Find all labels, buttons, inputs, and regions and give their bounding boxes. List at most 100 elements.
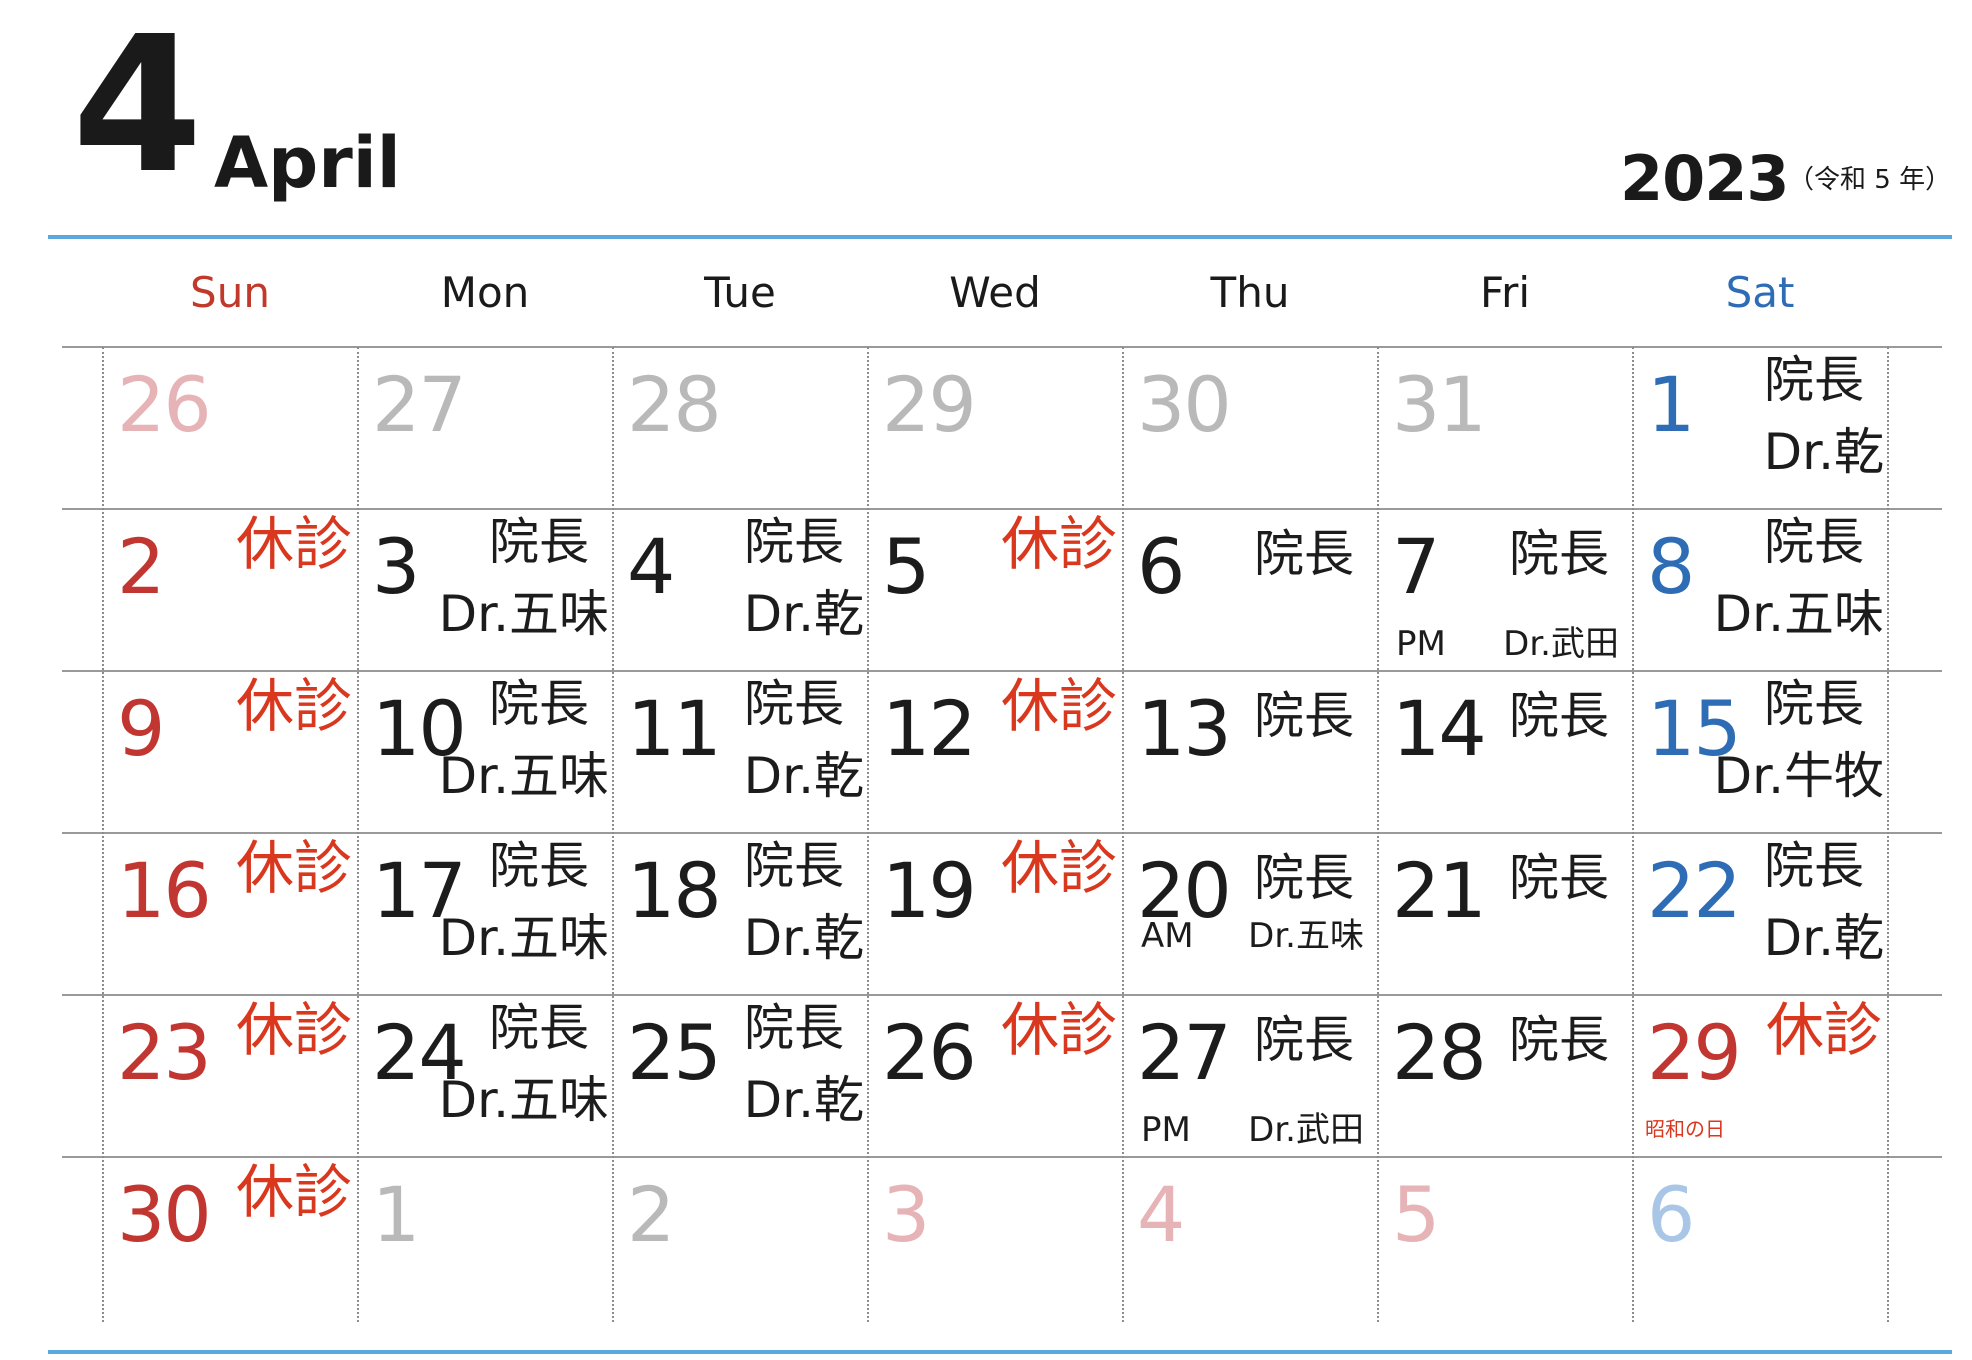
day-cell-sat: 29 休診 昭和の日 — [1633, 995, 1888, 1155]
day-number: 19 — [882, 846, 977, 935]
day-cell-sun: 2 休診 — [103, 509, 358, 669]
day-number: 2 — [117, 522, 165, 611]
day-cell-fri: 31 — [1378, 347, 1633, 507]
japanese-era: （令和 5 年） — [1788, 165, 1952, 195]
top-divider — [48, 235, 1952, 239]
closed-label: 休診 — [1000, 996, 1117, 1064]
doctor-secondary: Dr.乾 — [1763, 423, 1884, 481]
weekday-thu: Thu — [1210, 268, 1290, 317]
closed-label: 休診 — [235, 996, 352, 1064]
session-label: PM — [1396, 624, 1446, 664]
day-number: 30 — [1137, 360, 1232, 449]
day-cell-tue: 11 院長 Dr.乾 — [613, 671, 868, 831]
day-number: 31 — [1392, 360, 1487, 449]
closed-label: 休診 — [235, 834, 352, 902]
bottom-divider — [48, 1350, 1952, 1354]
doctor-primary: 院長 — [744, 675, 844, 733]
weekday-mon: Mon — [440, 268, 530, 317]
day-number: 4 — [1137, 1170, 1185, 1259]
doctor-primary: 院長 — [1254, 525, 1354, 583]
day-number: 1 — [1647, 360, 1695, 449]
weekday-fri: Fri — [1479, 268, 1531, 317]
closed-label: 休診 — [235, 510, 352, 578]
doctor-secondary: Dr.乾 — [743, 747, 864, 805]
day-number: 29 — [1647, 1008, 1742, 1097]
weekday-sun: Sun — [190, 268, 270, 317]
day-cell-mon: 17 院長 Dr.五味 — [358, 833, 613, 993]
day-cell-sat: 15 院長 Dr.牛牧 — [1633, 671, 1888, 831]
day-cell-fri: 5 — [1378, 1157, 1633, 1317]
day-cell-thu: 30 — [1123, 347, 1378, 507]
day-cell-sun: 9 休診 — [103, 671, 358, 831]
day-cell-tue: 28 — [613, 347, 868, 507]
doctor-primary: 院長 — [744, 999, 844, 1057]
doctor-primary: 院長 — [1764, 675, 1864, 733]
doctor-secondary: Dr.五味 — [1713, 585, 1884, 643]
closed-label: 休診 — [235, 1158, 352, 1226]
doctor-primary: 院長 — [489, 999, 589, 1057]
doctor-primary: 院長 — [1509, 1011, 1609, 1069]
day-cell-sat: 8 院長 Dr.五味 — [1633, 509, 1888, 669]
doctor-secondary: Dr.乾 — [1763, 909, 1884, 967]
month-name: April — [214, 122, 401, 204]
weekday-tue: Tue — [704, 268, 776, 317]
day-cell-thu: 27 院長 PM Dr.武田 — [1123, 995, 1378, 1155]
weekday-wed: Wed — [949, 268, 1041, 317]
doctor-secondary: Dr.五味 — [438, 909, 609, 967]
day-number: 2 — [627, 1170, 675, 1259]
day-cell-tue: 2 — [613, 1157, 868, 1317]
holiday-label: 昭和の日 — [1645, 1117, 1725, 1141]
doctor-primary: 院長 — [489, 837, 589, 895]
day-cell-mon: 1 — [358, 1157, 613, 1317]
day-number: 28 — [1392, 1008, 1487, 1097]
day-cell-fri: 14 院長 — [1378, 671, 1633, 831]
day-number: 14 — [1392, 684, 1487, 773]
day-cell-thu: 13 院長 — [1123, 671, 1378, 831]
day-number: 18 — [627, 846, 722, 935]
day-number: 5 — [882, 522, 930, 611]
month-number: 4 — [72, 0, 203, 215]
day-cell-wed: 19 休診 — [868, 833, 1123, 993]
day-cell-mon: 10 院長 Dr.五味 — [358, 671, 613, 831]
doctor-primary: 院長 — [1509, 687, 1609, 745]
doctor-primary: 院長 — [1254, 849, 1354, 907]
day-number: 28 — [627, 360, 722, 449]
day-cell-tue: 25 院長 Dr.乾 — [613, 995, 868, 1155]
day-cell-sun: 23 休診 — [103, 995, 358, 1155]
session-doctor: Dr.武田 — [1248, 1110, 1364, 1150]
weekday-sat: Sat — [1725, 268, 1795, 317]
day-cell-fri: 21 院長 — [1378, 833, 1633, 993]
doctor-secondary: Dr.乾 — [743, 1071, 864, 1129]
day-cell-sat: 22 院長 Dr.乾 — [1633, 833, 1888, 993]
day-cell-fri: 28 院長 — [1378, 995, 1633, 1155]
doctor-secondary: Dr.五味 — [438, 747, 609, 805]
day-cell-wed: 3 — [868, 1157, 1123, 1317]
day-number: 4 — [627, 522, 675, 611]
day-cell-sun: 26 — [103, 347, 358, 507]
doctor-primary: 院長 — [1764, 837, 1864, 895]
day-number: 26 — [117, 360, 212, 449]
day-cell-mon: 27 — [358, 347, 613, 507]
day-cell-wed: 29 — [868, 347, 1123, 507]
doctor-secondary: Dr.五味 — [438, 1071, 609, 1129]
day-cell-wed: 12 休診 — [868, 671, 1123, 831]
day-cell-sat: 1 院長 Dr.乾 — [1633, 347, 1888, 507]
doctor-primary: 院長 — [1764, 351, 1864, 409]
day-cell-tue: 4 院長 Dr.乾 — [613, 509, 868, 669]
day-cell-sat: 6 — [1633, 1157, 1888, 1317]
day-cell-thu: 4 — [1123, 1157, 1378, 1317]
day-number: 1 — [372, 1170, 420, 1259]
day-cell-thu: 6 院長 — [1123, 509, 1378, 669]
day-number: 7 — [1392, 522, 1440, 611]
doctor-primary: 院長 — [1509, 525, 1609, 583]
day-number: 6 — [1647, 1170, 1695, 1259]
day-number: 3 — [372, 522, 420, 611]
day-cell-sun: 16 休診 — [103, 833, 358, 993]
doctor-secondary: Dr.五味 — [438, 585, 609, 643]
day-cell-mon: 24 院長 Dr.五味 — [358, 995, 613, 1155]
day-number: 27 — [372, 360, 467, 449]
doctor-primary: 院長 — [1254, 687, 1354, 745]
day-number: 8 — [1647, 522, 1695, 611]
closed-label: 休診 — [235, 672, 352, 740]
day-number: 6 — [1137, 522, 1185, 611]
